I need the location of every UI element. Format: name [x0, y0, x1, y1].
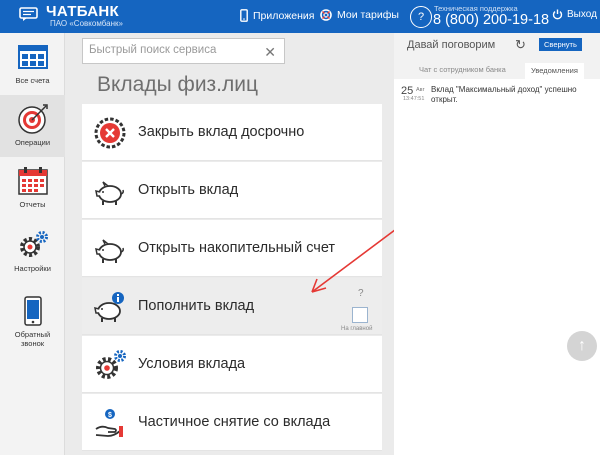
- apps-label: Приложения: [253, 9, 315, 22]
- piggy-bank-info-icon: [94, 292, 124, 322]
- sidebar-label-operations: Операции: [14, 138, 51, 147]
- smartphone-icon: [240, 9, 248, 22]
- sidebar-item-reports[interactable]: Отчеты: [0, 157, 65, 219]
- tab-bank-employee-chat[interactable]: Чат с сотрудником банка: [419, 65, 506, 74]
- power-icon: [552, 9, 563, 20]
- close-deposit-icon: [94, 117, 126, 149]
- sidebar-item-callback[interactable]: Обратный звонок: [0, 287, 65, 349]
- sidebar-item-operations[interactable]: Операции: [0, 95, 65, 157]
- tariffs-label: Мои тарифы: [337, 9, 399, 21]
- chat-panel: Давай поговорим ↻ Свернуть Чат с сотрудн…: [394, 33, 600, 455]
- support-question-icon: ?: [410, 6, 432, 28]
- left-sidebar: Все счета Операции Отчеты Настройки Обра…: [0, 33, 65, 455]
- settings-gears-icon: [17, 230, 49, 260]
- phone-icon: [17, 296, 49, 326]
- show-on-home-label: На главной: [341, 326, 373, 332]
- service-search[interactable]: ✕: [82, 38, 285, 64]
- sidebar-item-all-accounts[interactable]: Все счета: [0, 33, 65, 95]
- top-header: ЧАТБАНК ПАО «Совкомбанк» Приложения Мои …: [0, 0, 600, 33]
- list-item-close-deposit[interactable]: Закрыть вклад досрочно: [82, 104, 382, 161]
- scroll-to-top-button[interactable]: ↑: [567, 331, 597, 361]
- main-content: ✕ Вклады физ.лиц Закрыть вклад досрочно …: [82, 33, 382, 455]
- sidebar-item-settings[interactable]: Настройки: [0, 221, 65, 283]
- calendar-icon: [17, 166, 49, 196]
- page-title: Вклады физ.лиц: [97, 73, 259, 96]
- list-item-open-deposit[interactable]: Открыть вклад: [82, 162, 382, 219]
- collapse-chat-button[interactable]: Свернуть: [539, 38, 582, 51]
- clear-search-icon[interactable]: ✕: [264, 44, 276, 61]
- chat-title: Давай поговорим: [407, 39, 496, 51]
- logout-label: Выход: [567, 9, 597, 20]
- chat-header: Давай поговорим ↻ Свернуть: [394, 33, 600, 63]
- sidebar-label-all-accounts: Все счета: [15, 76, 50, 85]
- list-item-label: Пополнить вклад: [138, 298, 255, 314]
- hand-withdraw-icon: $: [95, 409, 123, 437]
- settings-gear-icon: [96, 350, 126, 379]
- sidebar-label-callback: Обратный звонок: [14, 330, 51, 348]
- sidebar-label-reports: Отчеты: [19, 200, 46, 209]
- refresh-icon[interactable]: ↻: [515, 37, 526, 53]
- sidebar-label-settings: Настройки: [14, 264, 51, 273]
- accounts-grid-icon: [17, 42, 49, 72]
- list-item-open-savings-account[interactable]: Открыть накопительный счет: [82, 220, 382, 277]
- list-item-deposit-terms[interactable]: Условия вклада: [82, 336, 382, 393]
- search-input[interactable]: [89, 44, 259, 56]
- tab-notifications[interactable]: Уведомления: [525, 63, 584, 79]
- apps-link[interactable]: Приложения: [240, 9, 314, 22]
- list-item-label: Условия вклада: [138, 356, 246, 372]
- help-icon[interactable]: ?: [358, 288, 364, 299]
- piggy-bank-icon: [95, 239, 124, 263]
- notification-text: Вклад "Максимальный доход" успешно откры…: [431, 85, 577, 104]
- list-item-label: Открыть накопительный счет: [138, 240, 336, 256]
- chat-tabs: Чат с сотрудником банка Уведомления: [394, 63, 600, 79]
- list-item-label: Частичное снятие со вклада: [138, 414, 331, 430]
- arrow-up-icon: ↑: [578, 337, 586, 354]
- show-on-home-checkbox[interactable]: [352, 307, 368, 323]
- support-phone[interactable]: 8 (800) 200-19-18: [433, 12, 549, 28]
- brand-title[interactable]: ЧАТБАНК: [46, 3, 119, 20]
- piggy-bank-icon: [95, 181, 124, 205]
- list-item-label: Закрыть вклад досрочно: [138, 124, 305, 140]
- notification-time: 13:47:51: [403, 96, 425, 102]
- brand-subtitle: ПАО «Совкомбанк»: [50, 19, 123, 28]
- target-icon: [17, 104, 49, 134]
- tariffs-link[interactable]: Мои тарифы: [320, 9, 399, 21]
- notification-month: Авг: [416, 87, 425, 93]
- logout-button[interactable]: Выход: [552, 9, 597, 20]
- list-item-partial-withdrawal[interactable]: $ Частичное снятие со вклада: [82, 394, 382, 451]
- svg-text:$: $: [108, 412, 112, 419]
- list-item-label: Открыть вклад: [138, 182, 239, 198]
- chat-bubble-logo-icon: [19, 7, 38, 21]
- list-item-top-up-deposit[interactable]: Пополнить вклад ? На главной: [82, 278, 382, 335]
- lifebuoy-icon: [320, 9, 332, 21]
